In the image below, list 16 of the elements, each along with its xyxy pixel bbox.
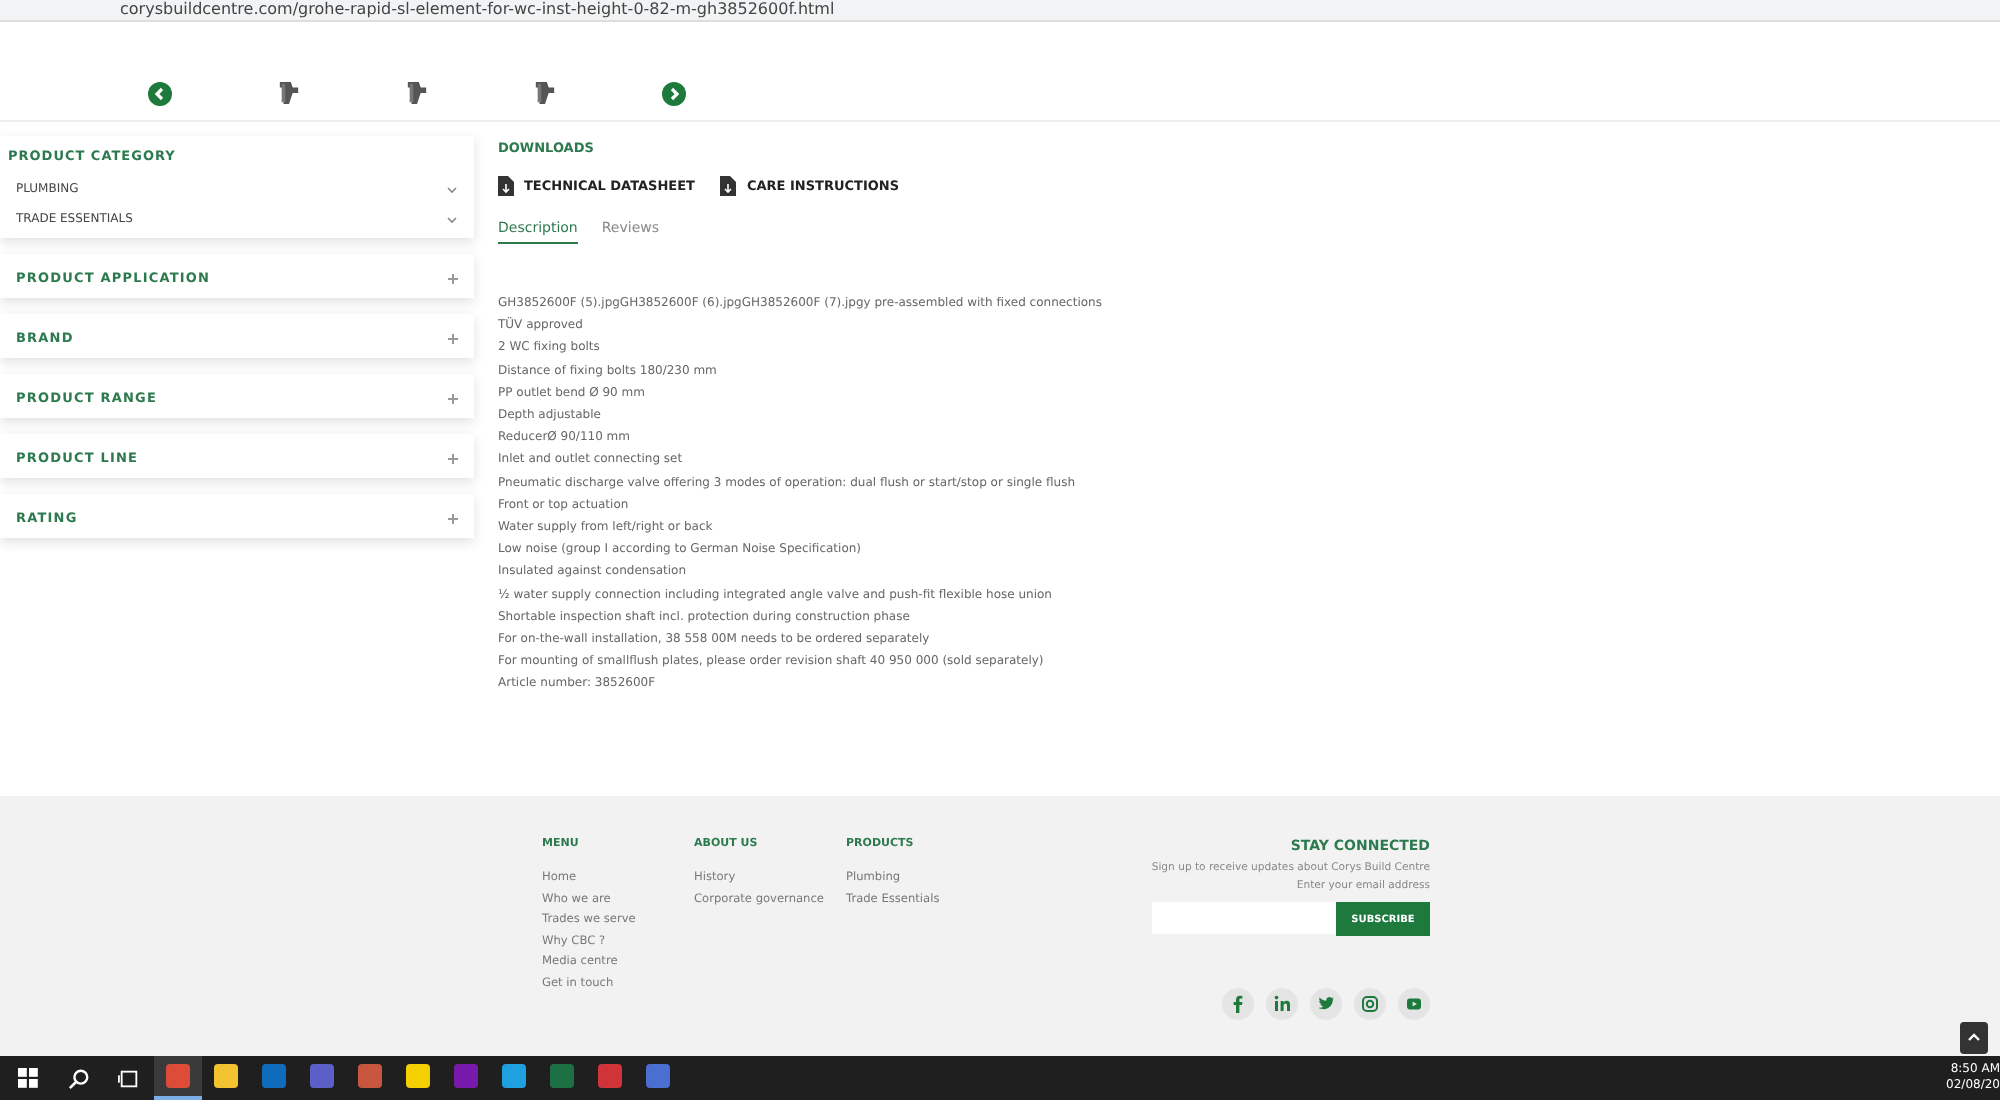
linkedin-icon[interactable] [1266, 988, 1298, 1020]
youtube-icon[interactable] [1398, 988, 1430, 1020]
twitter-icon[interactable] [1310, 988, 1342, 1020]
taskbar-app-icon[interactable] [154, 1056, 202, 1100]
scroll-to-top-button[interactable] [1960, 1022, 1988, 1054]
chevron-down-icon [446, 215, 458, 223]
instagram-icon[interactable] [1354, 988, 1386, 1020]
address-bar[interactable]: corysbuildcentre.com/grohe-rapid-sl-element-for-wc-inst-height-0-82-m-gh3852600f.html [0, 0, 2000, 22]
chevron-down-icon [446, 185, 458, 193]
facebook-icon[interactable] [1222, 988, 1254, 1020]
document-download-icon [498, 176, 514, 196]
task-view-icon[interactable] [118, 1067, 140, 1089]
start-icon[interactable] [18, 1067, 40, 1089]
document-download-icon [720, 176, 737, 196]
email-field[interactable] [1152, 902, 1336, 934]
search-icon[interactable] [68, 1067, 90, 1089]
